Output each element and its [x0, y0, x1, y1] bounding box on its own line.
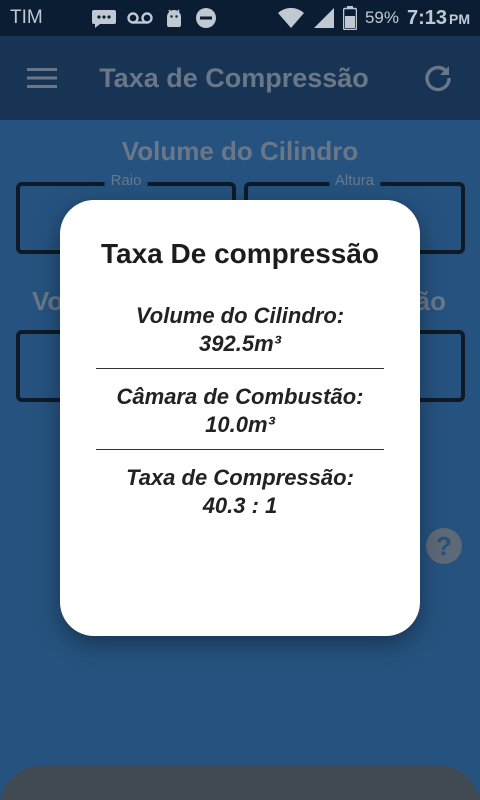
- dialog-title: Taxa De compressão: [100, 238, 380, 269]
- cylinder-volume-label: Volume do Cilindro:: [135, 303, 345, 328]
- compression-ratio-value: 40.3 : 1: [202, 493, 278, 518]
- combustion-chamber-value: 10.0m³: [205, 412, 275, 437]
- divider: [96, 449, 384, 450]
- result-dialog: Taxa De compressão Volume do Cilindro: 3…: [60, 200, 420, 636]
- compression-ratio-label: Taxa de Compressão:: [126, 465, 354, 490]
- combustion-chamber-label: Câmara de Combustão:: [116, 384, 364, 409]
- cylinder-volume-value: 392.5m³: [199, 331, 281, 356]
- divider: [96, 368, 384, 369]
